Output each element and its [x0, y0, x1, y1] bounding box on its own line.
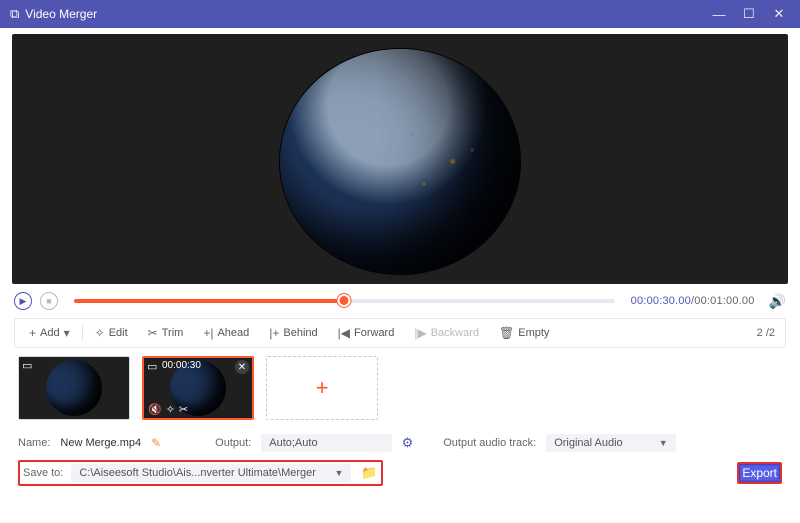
skip-forward-icon: |▶ [414, 326, 426, 340]
trash-icon: 🗑 [499, 326, 514, 340]
minimize-button[interactable]: — [704, 7, 734, 22]
playback-controls: ▶ ■ 00:00:30.00/00:01:00.00 🔊 [0, 284, 800, 314]
move-right-icon: |+ [269, 326, 279, 340]
time-total: 00:01:00.00 [694, 295, 754, 307]
wand-icon: ✧ [95, 326, 105, 340]
chevron-down-icon: ▼ [659, 438, 668, 448]
name-label: Name: [18, 437, 50, 449]
clip-strip: ▭ ▭ 00:00:30 ✕ 🔇 ✧ ✂ + [0, 356, 800, 428]
volume-icon[interactable]: 🔊 [769, 293, 786, 310]
play-button[interactable]: ▶ [14, 292, 32, 310]
seek-bar[interactable] [74, 299, 615, 303]
behind-button[interactable]: |+Behind [261, 323, 325, 343]
plus-icon: + [316, 375, 329, 401]
stop-button[interactable]: ■ [40, 292, 58, 310]
time-display: 00:00:30.00/00:01:00.00 [631, 295, 755, 307]
saveto-label: Save to: [23, 467, 63, 479]
audio-track-select[interactable]: Original Audio ▼ [546, 434, 675, 452]
film-icon: ▭ [147, 360, 157, 373]
name-value: New Merge.mp4 [60, 437, 141, 449]
time-current: 00:00:30.00 [631, 295, 691, 307]
seek-progress [74, 299, 344, 303]
audio-track-value: Original Audio [554, 437, 623, 449]
clip-duration: 00:00:30 [162, 360, 201, 371]
plus-icon: + [29, 326, 36, 340]
saveto-select[interactable]: C:\Aiseesoft Studio\Ais...nverter Ultima… [71, 464, 351, 482]
film-icon: ▭ [22, 359, 32, 372]
add-button[interactable]: +Add▾ [21, 323, 78, 343]
skip-back-icon: |◀ [338, 326, 350, 340]
forward-button[interactable]: |◀Forward [330, 323, 403, 343]
close-button[interactable]: ✕ [764, 6, 794, 22]
empty-button[interactable]: 🗑Empty [491, 323, 557, 343]
output-value: Auto;Auto [269, 437, 317, 449]
saveto-value: C:\Aiseesoft Studio\Ais...nverter Ultima… [79, 467, 316, 479]
add-clip-card[interactable]: + [266, 356, 378, 420]
maximize-button[interactable]: ☐ [734, 6, 764, 22]
chevron-down-icon: ▾ [64, 326, 70, 340]
trim-clip-icon[interactable]: ✂ [179, 403, 188, 416]
edit-button[interactable]: ✧Edit [87, 323, 136, 343]
clip-counter: 2 /2 [757, 327, 779, 339]
output-settings-icon[interactable]: ⚙ [402, 435, 414, 451]
edit-toolbar: +Add▾ ✧Edit ✂Trim +|Ahead |+Behind |◀For… [14, 318, 786, 348]
output-options: Name: New Merge.mp4 ✎ Output: Auto;Auto … [0, 428, 800, 486]
edit-name-icon[interactable]: ✎ [151, 436, 161, 450]
clip-thumbnail[interactable]: ▭ [18, 356, 130, 420]
edit-clip-icon[interactable]: ✧ [166, 403, 175, 416]
ahead-button[interactable]: +|Ahead [195, 323, 257, 343]
thumbnail-image [46, 360, 102, 416]
clip-thumbnail[interactable]: ▭ 00:00:30 ✕ 🔇 ✧ ✂ [142, 356, 254, 420]
seek-thumb[interactable] [338, 294, 351, 307]
preview-frame-image [280, 49, 520, 274]
video-preview[interactable] [12, 34, 788, 284]
mute-icon[interactable]: 🔇 [148, 403, 162, 416]
app-title: Video Merger [25, 7, 704, 21]
output-label: Output: [215, 437, 251, 449]
audio-track-label: Output audio track: [443, 437, 536, 449]
export-button[interactable]: Export [737, 462, 782, 484]
remove-clip-icon[interactable]: ✕ [235, 360, 249, 374]
backward-button[interactable]: |▶Backward [406, 323, 487, 343]
app-icon: ⧉ [10, 6, 19, 22]
move-left-icon: +| [203, 326, 213, 340]
titlebar: ⧉ Video Merger — ☐ ✕ [0, 0, 800, 28]
chevron-down-icon: ▼ [334, 468, 343, 478]
scissors-icon: ✂ [148, 326, 158, 340]
browse-folder-icon[interactable]: 📁 [361, 465, 377, 481]
output-select[interactable]: Auto;Auto [261, 434, 391, 452]
trim-button[interactable]: ✂Trim [140, 323, 192, 343]
